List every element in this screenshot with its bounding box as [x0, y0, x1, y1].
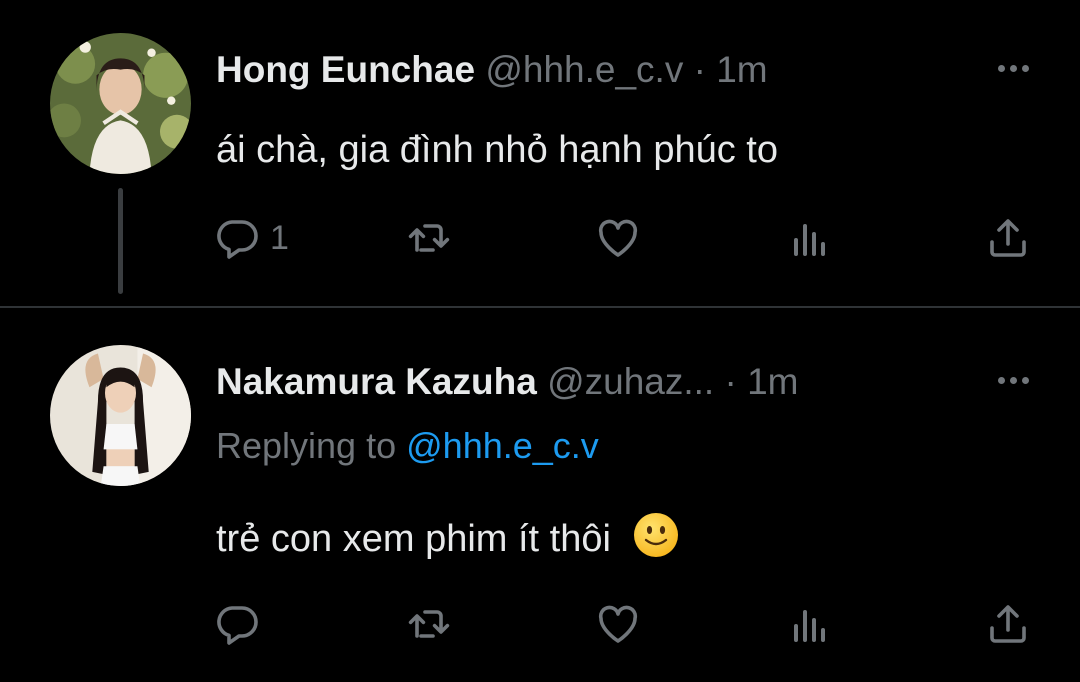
- user-handle[interactable]: @hhh.e_c.v: [485, 49, 683, 90]
- tweet-header: Nakamura Kazuha @zuhaz... · 1m: [216, 358, 799, 406]
- views-icon: [794, 610, 825, 642]
- reply-button[interactable]: [214, 594, 262, 654]
- more-icon[interactable]: [990, 370, 1036, 390]
- heart-icon: [598, 219, 638, 257]
- share-button[interactable]: [984, 208, 1032, 268]
- avatar[interactable]: [50, 345, 191, 486]
- slightly-smiling-face-emoji: [633, 513, 678, 557]
- share-button[interactable]: [984, 594, 1032, 654]
- views-button[interactable]: [786, 208, 834, 268]
- reply-button[interactable]: 1: [214, 208, 289, 268]
- display-name[interactable]: Hong Eunchae: [216, 49, 475, 90]
- separator-dot: ·: [724, 361, 737, 402]
- tweet-header: Hong Eunchae @hhh.e_c.v · 1m: [216, 46, 768, 94]
- display-name[interactable]: Nakamura Kazuha: [216, 361, 537, 402]
- like-button[interactable]: [594, 594, 642, 654]
- avatar-photo: [50, 33, 191, 174]
- reply-count: 1: [270, 218, 289, 257]
- tweet-text: ái chà, gia đình nhỏ hạnh phúc to: [216, 129, 779, 171]
- share-icon: [990, 605, 1026, 643]
- views-icon: [794, 224, 825, 256]
- tweet[interactable]: Hong Eunchae @hhh.e_c.v · 1m ái chà, gia…: [0, 0, 1080, 306]
- replying-to: Replying to @hhh.e_c.v: [216, 422, 599, 470]
- more-icon[interactable]: [990, 58, 1036, 78]
- tweet-text-container: trẻ con xem phim ít thôi: [216, 511, 680, 565]
- reply-icon: [217, 606, 258, 645]
- user-handle[interactable]: @zuhaz...: [547, 361, 714, 402]
- avatar-photo: [50, 345, 191, 486]
- retweet-icon: [408, 610, 450, 638]
- avatar[interactable]: [50, 33, 191, 174]
- views-button[interactable]: [786, 594, 834, 654]
- tweet-text: trẻ con xem phim ít thôi: [216, 518, 611, 560]
- separator-dot: ·: [693, 49, 706, 90]
- retweet-button[interactable]: [405, 594, 453, 654]
- replying-to-link[interactable]: @hhh.e_c.v: [406, 425, 599, 466]
- retweet-button[interactable]: [405, 208, 453, 268]
- timestamp[interactable]: 1m: [747, 361, 798, 402]
- reply-icon: [217, 220, 258, 259]
- thread-connector: [118, 188, 123, 294]
- like-button[interactable]: [594, 208, 642, 268]
- tweet[interactable]: Nakamura Kazuha @zuhaz... · 1m Replying …: [0, 308, 1080, 682]
- share-icon: [990, 219, 1026, 257]
- timestamp[interactable]: 1m: [716, 49, 767, 90]
- retweet-icon: [408, 224, 450, 252]
- action-bar: 1: [0, 208, 1080, 268]
- heart-icon: [598, 605, 638, 643]
- action-bar: [0, 594, 1080, 654]
- replying-to-label: Replying to: [216, 425, 397, 466]
